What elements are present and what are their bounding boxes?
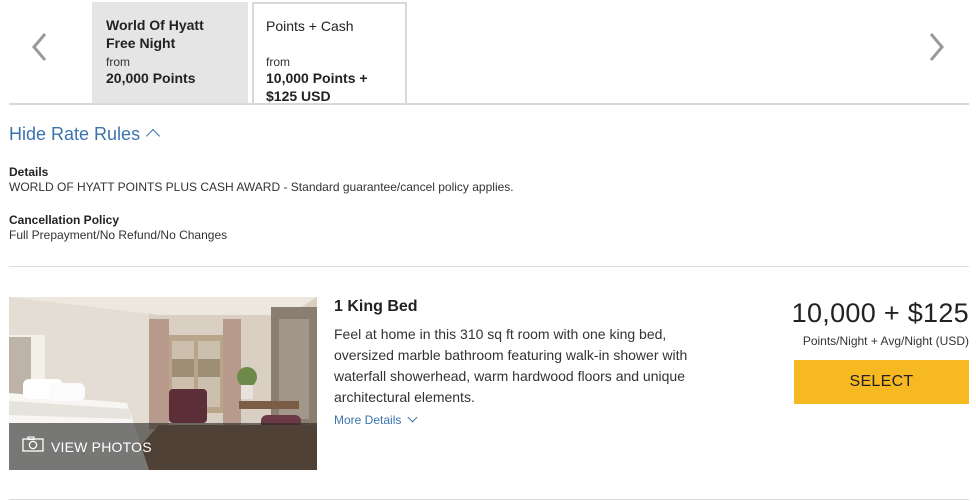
chevron-left-icon (32, 33, 47, 61)
chevron-right-icon (929, 33, 944, 61)
previous-rate-arrow[interactable] (28, 28, 52, 66)
section-divider (9, 266, 969, 267)
rate-tab-price: 10,000 Points + $125 USD (266, 70, 368, 104)
room-price: 10,000 + $125 (791, 298, 969, 328)
rate-tab-name: Points + Cash (266, 18, 354, 34)
hide-rate-rules-label: Hide Rate Rules (9, 124, 141, 144)
next-rate-arrow[interactable] (924, 28, 948, 66)
hide-rate-rules-toggle[interactable]: Hide Rate Rules (9, 124, 161, 145)
more-details-link[interactable]: More Details (334, 412, 418, 427)
rate-tab-from: from (266, 55, 290, 69)
more-details-label: More Details (334, 413, 402, 427)
rate-tab-points-cash[interactable]: Points + Cash from 10,000 Points + $125 … (252, 2, 407, 105)
details-text: WORLD OF HYATT POINTS PLUS CASH AWARD - … (9, 180, 514, 194)
rate-tab-price: 20,000 Points (106, 70, 196, 86)
room-name: 1 King Bed (334, 298, 418, 315)
room-price-unit: Points/Night + Avg/Night (USD) (802, 334, 969, 348)
select-button[interactable]: SELECT (794, 360, 969, 404)
details-title: Details (9, 165, 49, 179)
cancellation-text: Full Prepayment/No Refund/No Changes (9, 228, 228, 242)
tabs-divider (9, 103, 969, 105)
rate-tab-name: World Of Hyatt Free Night (106, 17, 204, 51)
view-photos-label: VIEW PHOTOS (51, 439, 152, 455)
room-description: Feel at home in this 310 sq ft room with… (334, 326, 688, 405)
view-photos-button[interactable]: VIEW PHOTOS (9, 423, 317, 470)
rate-tab-from: from (106, 55, 130, 69)
bottom-divider (9, 499, 969, 500)
chevron-down-icon (407, 412, 418, 423)
camera-icon (22, 436, 44, 452)
rate-tab-free-night[interactable]: World Of Hyatt Free Night from 20,000 Po… (92, 2, 248, 104)
room-photo[interactable]: VIEW PHOTOS (9, 297, 317, 470)
chevron-up-icon (145, 128, 161, 144)
cancellation-title: Cancellation Policy (9, 213, 120, 227)
